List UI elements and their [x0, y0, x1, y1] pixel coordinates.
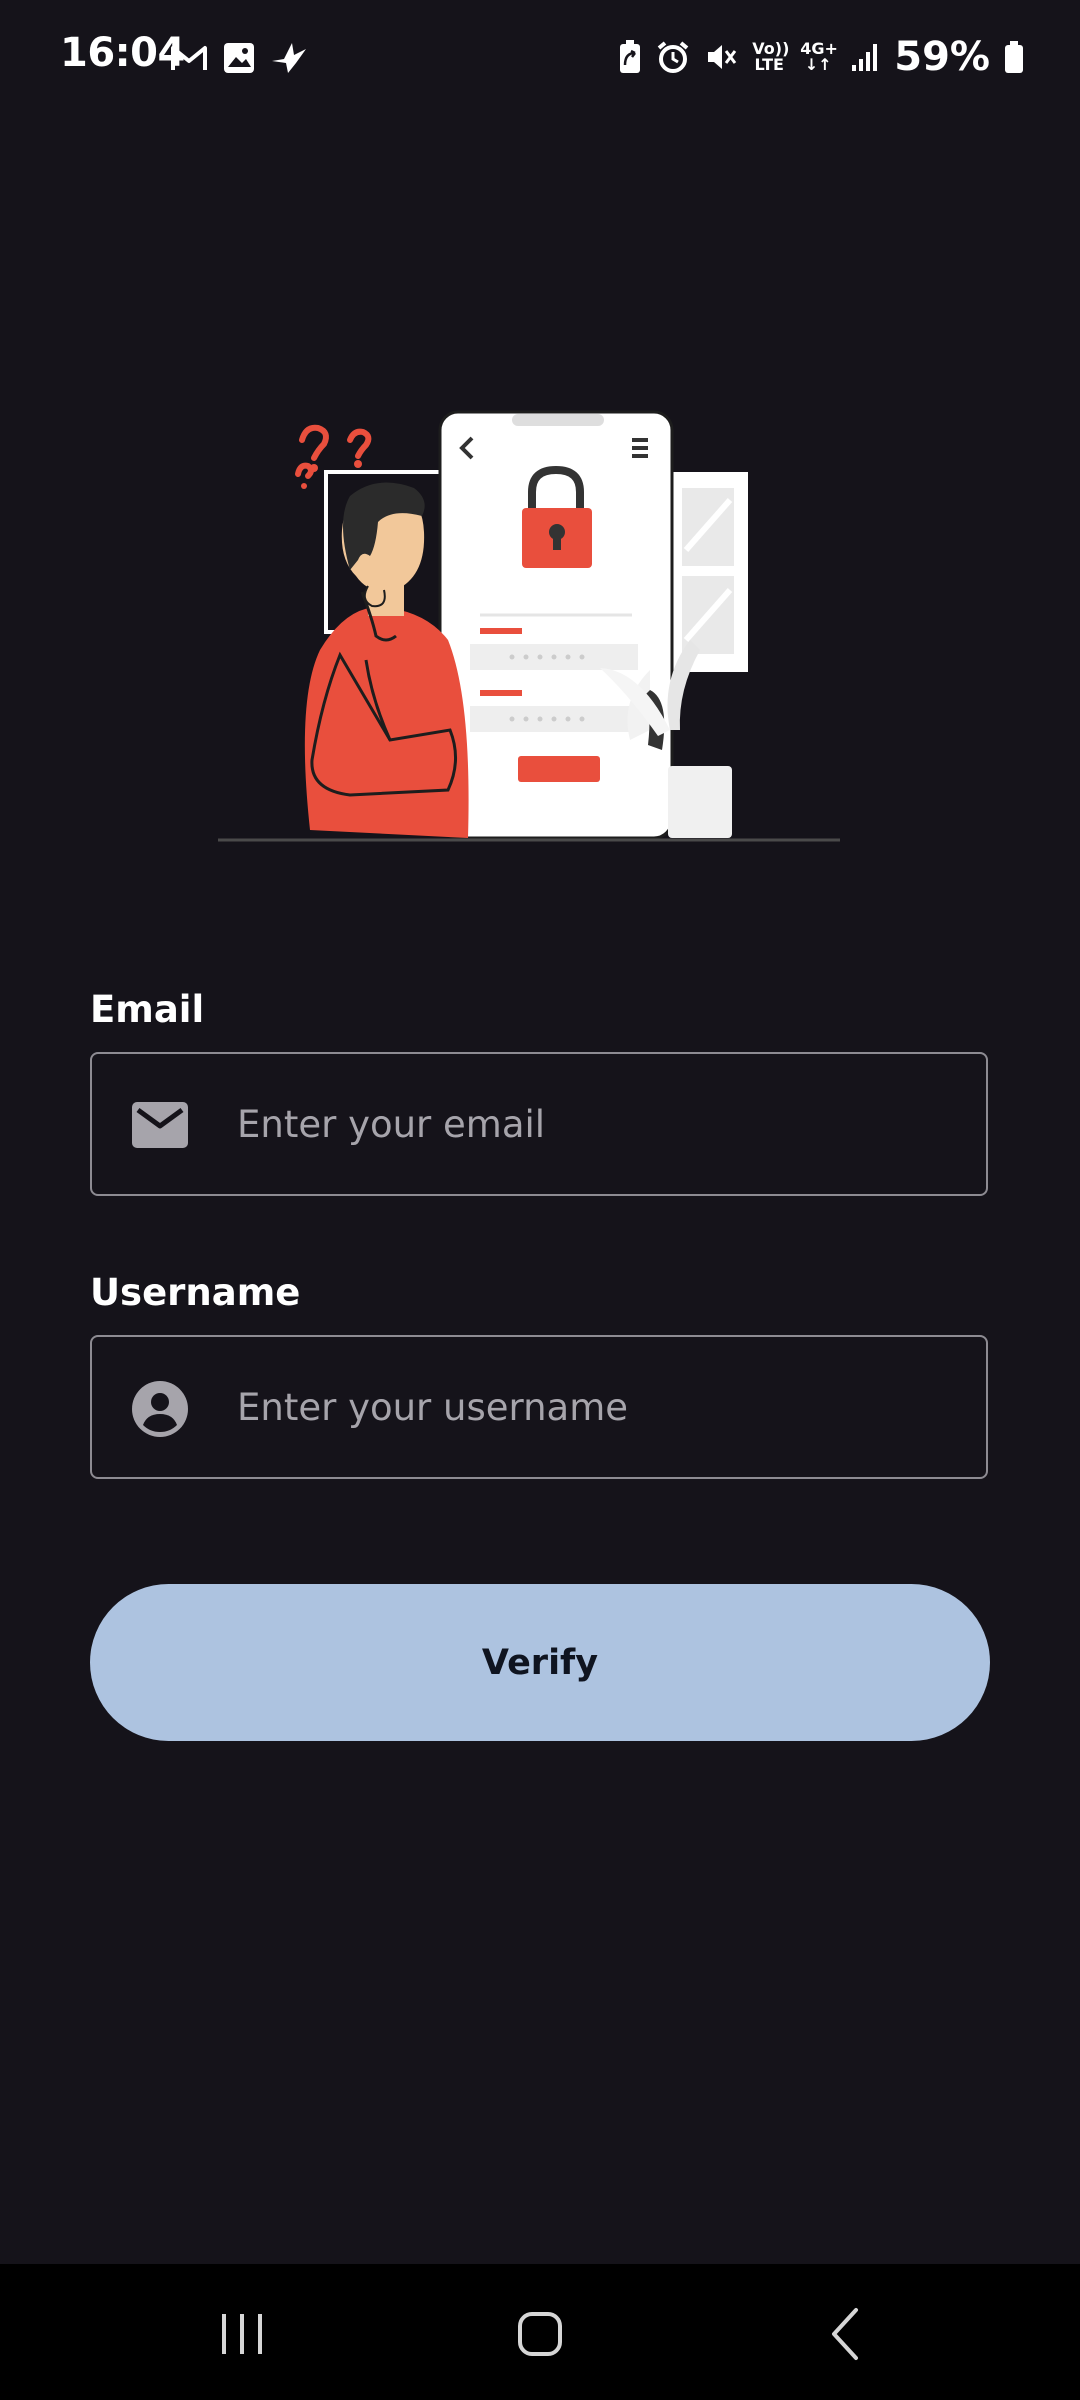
mute-icon [708, 45, 737, 69]
navigation-bar [0, 2264, 1080, 2400]
volte-icon: Vo)) LTE [752, 39, 790, 74]
question-marks [295, 424, 372, 479]
email-input[interactable] [237, 1054, 957, 1194]
bird-app-icon [272, 43, 306, 73]
username-field[interactable] [90, 1335, 988, 1479]
alarm-icon [657, 41, 689, 73]
account-circle-icon [132, 1381, 188, 1437]
mail-icon [132, 1102, 188, 1148]
battery-percentage: 59% [894, 34, 990, 80]
back-icon[interactable] [808, 2294, 888, 2374]
gallery-icon [224, 43, 254, 73]
forgot-password-illustration [218, 410, 840, 842]
notification-icons [170, 36, 308, 80]
battery-icon [1005, 41, 1023, 73]
4g-data-icon: 4G+ ↓↑ [800, 39, 838, 74]
verify-account-screen: 16:04 Vo)) LTE 4G+ ↓↑ 59% Email Enter yo… [0, 0, 1080, 2400]
email-label: Email [90, 988, 205, 1031]
email-field[interactable] [90, 1052, 988, 1196]
system-status-icons: Vo)) LTE 4G+ ↓↑ 59% [618, 32, 1024, 82]
status-bar: 16:04 Vo)) LTE 4G+ ↓↑ 59% [0, 0, 1080, 116]
gmail-icon [171, 46, 207, 70]
signal-icon [852, 44, 878, 71]
home-icon[interactable] [500, 2294, 580, 2374]
verify-button[interactable]: Verify [90, 1584, 990, 1741]
recents-icon[interactable] [202, 2294, 282, 2374]
username-label: Username [90, 1271, 301, 1314]
battery-saver-icon [620, 40, 641, 73]
status-time: 16:04 [60, 30, 185, 76]
username-input[interactable] [237, 1337, 957, 1477]
